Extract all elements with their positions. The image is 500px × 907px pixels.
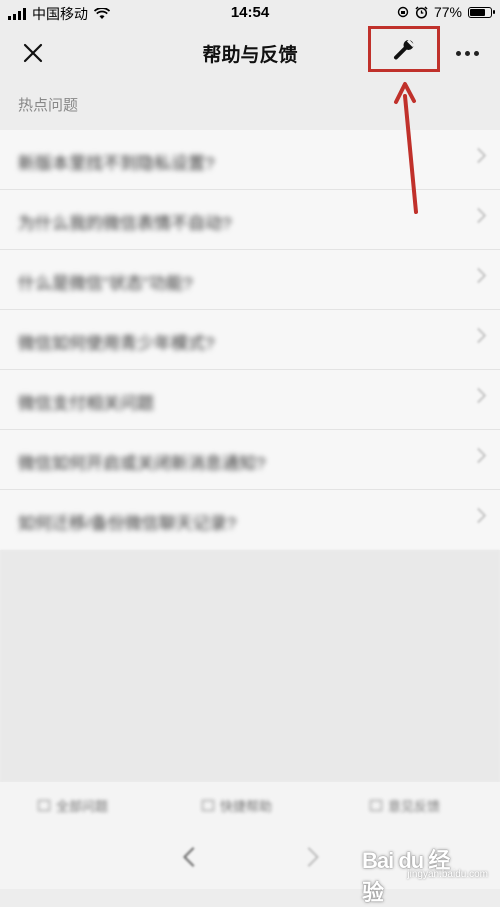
alarm-icon bbox=[415, 5, 428, 19]
question-text: 微信如何开启或关闭新消息通知? bbox=[18, 454, 266, 473]
watermark: Bai du 经验 jingyan.baidu.com bbox=[362, 843, 492, 905]
wrench-icon bbox=[394, 39, 415, 60]
empty-content-area bbox=[0, 550, 500, 782]
tab-all-questions[interactable]: 全部问题 bbox=[38, 796, 108, 815]
question-text: 为什么我的微信表情不自动? bbox=[18, 214, 232, 233]
list-item[interactable]: 为什么我的微信表情不自动? bbox=[0, 190, 500, 250]
tab-label: 快捷帮助 bbox=[220, 799, 273, 814]
section-title: 热点问题 bbox=[18, 97, 79, 114]
question-text: 什么是微信"状态"功能? bbox=[18, 274, 193, 293]
more-icon bbox=[455, 50, 479, 56]
battery-percent: 77% bbox=[433, 4, 462, 20]
list-item[interactable]: 新版本里找不到隐私设置? bbox=[0, 130, 500, 190]
question-list: 新版本里找不到隐私设置? 为什么我的微信表情不自动? 什么是微信"状态"功能? … bbox=[0, 130, 500, 550]
chevron-right-icon bbox=[470, 507, 487, 524]
tab-feedback[interactable]: 意见反馈 bbox=[370, 796, 440, 815]
list-item[interactable]: 微信支付相关问题 bbox=[0, 370, 500, 430]
list-item[interactable]: 微信如何使用青少年模式? bbox=[0, 310, 500, 370]
tab-quick-help[interactable]: 快捷帮助 bbox=[202, 796, 272, 815]
more-button[interactable] bbox=[450, 40, 484, 66]
chevron-right-icon bbox=[470, 327, 487, 344]
question-text: 如何迁移/备份微信聊天记录? bbox=[18, 514, 237, 533]
chevron-right-icon bbox=[470, 147, 487, 164]
help-icon bbox=[202, 800, 214, 811]
question-text: 微信支付相关问题 bbox=[18, 394, 154, 413]
chevron-right-icon bbox=[470, 267, 487, 284]
chevron-right-icon bbox=[470, 387, 487, 404]
feedback-icon bbox=[370, 800, 382, 811]
battery-icon bbox=[468, 6, 495, 18]
tab-label: 意见反馈 bbox=[388, 799, 441, 814]
lock-rotation-icon bbox=[397, 6, 409, 18]
status-bar: 中国移动 14:54 77% bbox=[0, 0, 500, 26]
list-item[interactable]: 如何迁移/备份微信聊天记录? bbox=[0, 490, 500, 550]
chevron-right-icon bbox=[470, 207, 487, 224]
question-text: 微信如何使用青少年模式? bbox=[18, 334, 215, 353]
list-item[interactable]: 微信如何开启或关闭新消息通知? bbox=[0, 430, 500, 490]
watermark-url: jingyan.baidu.com bbox=[407, 869, 488, 880]
tool-button[interactable] bbox=[368, 26, 440, 72]
tab-label: 全部问题 bbox=[56, 799, 109, 814]
back-chevron-icon[interactable] bbox=[183, 847, 203, 867]
battery-fill bbox=[470, 8, 485, 16]
list-item[interactable]: 什么是微信"状态"功能? bbox=[0, 250, 500, 310]
chevron-right-icon bbox=[470, 447, 487, 464]
nav-bar: 帮助与反馈 bbox=[0, 26, 500, 80]
forward-chevron-icon[interactable] bbox=[299, 847, 319, 867]
question-text: 新版本里找不到隐私设置? bbox=[18, 154, 215, 173]
list-icon bbox=[38, 800, 50, 811]
status-right: 77% bbox=[397, 4, 495, 20]
